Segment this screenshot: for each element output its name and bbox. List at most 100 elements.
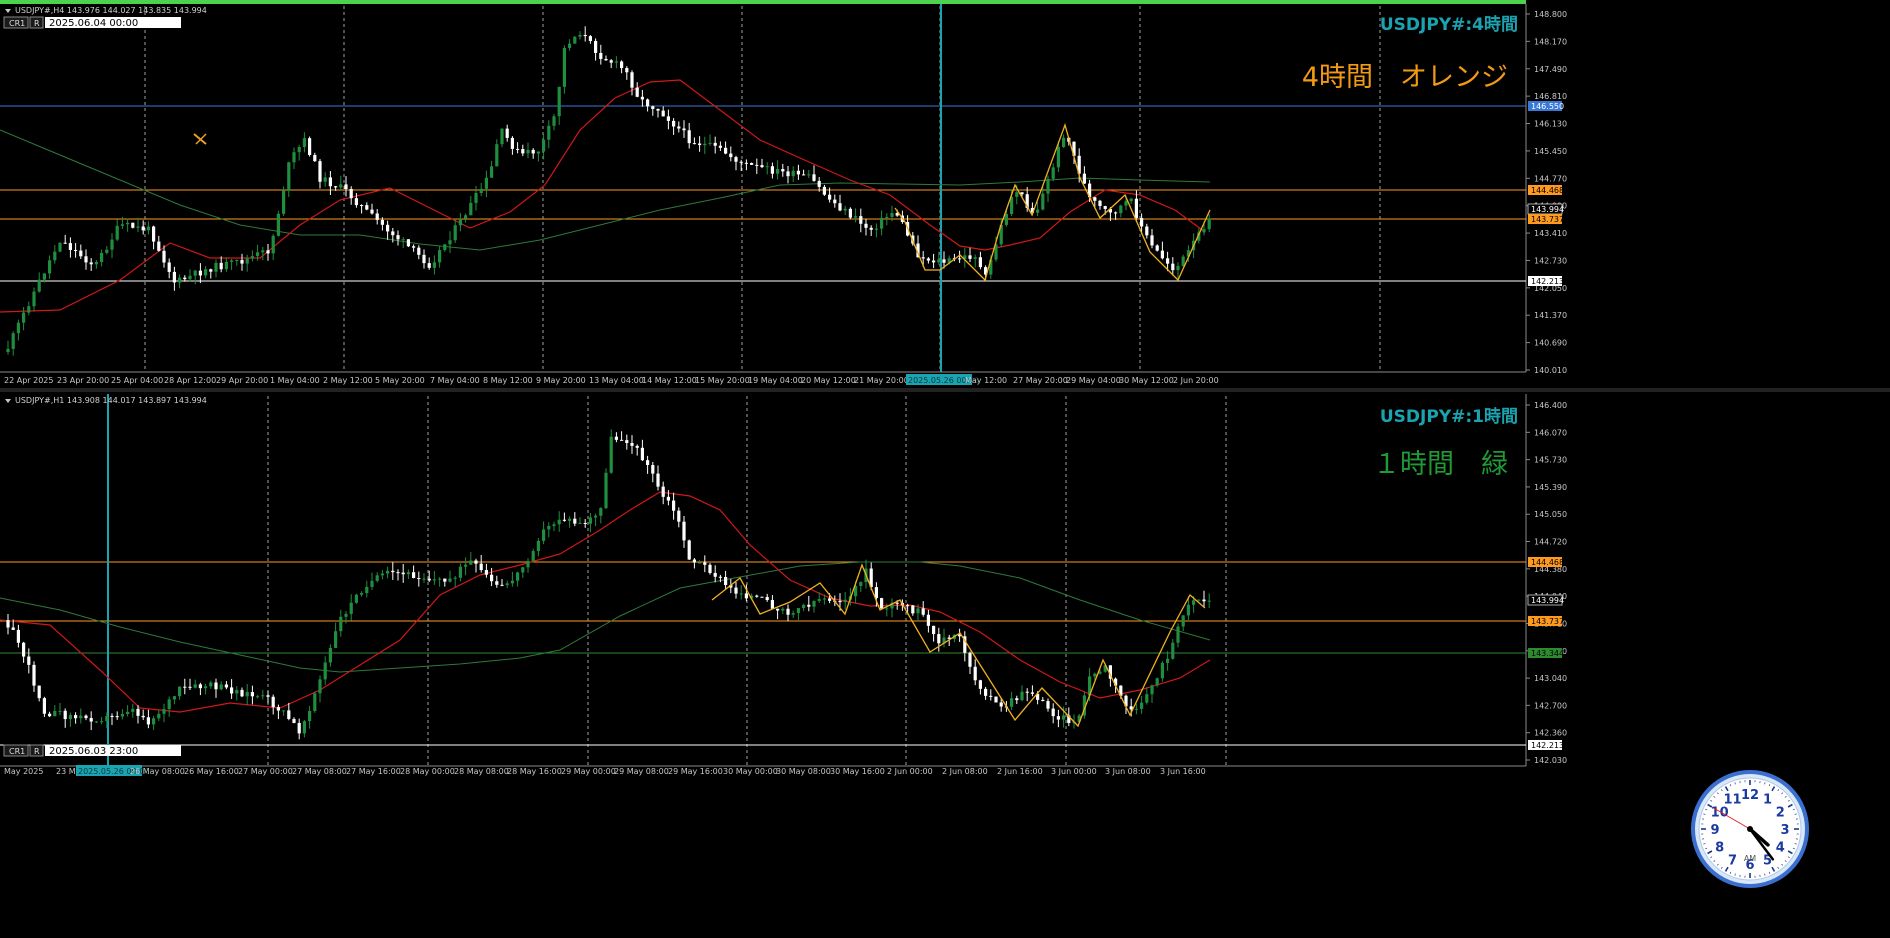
top-candle-body bbox=[344, 184, 347, 189]
top-time-label: 13 May 04:00 bbox=[589, 376, 644, 385]
top-candle-body bbox=[370, 210, 373, 214]
bottom-time-label: 27 May 16:00 bbox=[346, 767, 401, 776]
bottom-candle-body bbox=[1161, 663, 1164, 678]
top-candle-body bbox=[849, 209, 852, 218]
top-subtitle: 4時間 オレンジ bbox=[1302, 62, 1508, 93]
top-candle-body bbox=[407, 239, 410, 246]
bottom-ma-fast bbox=[0, 492, 1210, 712]
top-candle-body bbox=[157, 242, 160, 251]
top-price-tag-text: 143.994 bbox=[1531, 205, 1564, 214]
clock-number: 4 bbox=[1776, 841, 1785, 856]
bottom-candle-body bbox=[188, 687, 191, 688]
bottom-candle-body bbox=[932, 626, 935, 634]
top-time-label: 1 May 04:00 bbox=[270, 376, 320, 385]
top-candle-body bbox=[1135, 199, 1138, 218]
bottom-candle-body bbox=[802, 605, 805, 608]
bottom-price-label: 145.050 bbox=[1534, 510, 1567, 519]
top-candle-body bbox=[136, 226, 139, 227]
top-candle-body bbox=[350, 189, 353, 198]
top-candle-body bbox=[641, 97, 644, 100]
top-candle-body bbox=[797, 171, 800, 175]
top-candle-body bbox=[968, 255, 971, 258]
bottom-candle-body bbox=[1020, 692, 1023, 700]
bottom-candle-body bbox=[386, 571, 389, 574]
top-candle-body bbox=[558, 87, 561, 116]
top-candle-body bbox=[162, 251, 165, 263]
top-candle-body bbox=[474, 193, 477, 203]
top-candle-body bbox=[6, 349, 9, 352]
bottom-time-label: 30 May 00:00 bbox=[723, 767, 778, 776]
bottom-candle-body bbox=[672, 501, 675, 511]
bottom-candle-body bbox=[292, 719, 295, 723]
top-price-label: 147.490 bbox=[1534, 65, 1567, 74]
bottom-candle-body bbox=[246, 692, 249, 696]
top-candle-body bbox=[391, 231, 394, 235]
top-candle-body bbox=[110, 240, 113, 250]
bottom-candle-body bbox=[1156, 678, 1159, 685]
analog-clock-widget: 121234567891011AM bbox=[1690, 769, 1810, 889]
bottom-candle-body bbox=[209, 683, 212, 687]
bottom-candle-body bbox=[630, 443, 633, 446]
top-candle-body bbox=[240, 260, 243, 264]
top-candle-body bbox=[235, 260, 238, 261]
top-price-label: 144.770 bbox=[1534, 174, 1567, 183]
top-price-label: 146.810 bbox=[1534, 92, 1567, 101]
bottom-candle-body bbox=[360, 593, 363, 595]
top-candle-body bbox=[937, 259, 940, 262]
bottom-candle-body bbox=[64, 711, 67, 719]
bottom-candle-body bbox=[781, 609, 784, 611]
clock-number: 11 bbox=[1723, 793, 1741, 808]
bottom-candle-body bbox=[105, 716, 108, 721]
bottom-candle-body bbox=[922, 608, 925, 614]
top-candle-body bbox=[760, 165, 763, 167]
top-candle-body bbox=[454, 225, 457, 240]
bottom-candle-body bbox=[584, 523, 587, 524]
top-candle-body bbox=[927, 258, 930, 260]
bottom-candle-body bbox=[490, 575, 493, 581]
bottom-candle-body bbox=[370, 581, 373, 587]
bottom-date-text: 2025.06.03 23:00 bbox=[49, 746, 138, 757]
bottom-candle-body bbox=[578, 523, 581, 524]
bottom-candle-body bbox=[646, 460, 649, 465]
bottom-candle-body bbox=[1057, 716, 1060, 719]
bottom-time-label: 23 M bbox=[56, 767, 76, 776]
top-price-label: 140.010 bbox=[1534, 366, 1567, 375]
bottom-candle-body bbox=[27, 657, 30, 665]
top-candle-body bbox=[448, 240, 451, 244]
top-candle-body bbox=[859, 216, 862, 224]
bottom-candle-body bbox=[984, 689, 987, 696]
top-candle-body bbox=[646, 99, 649, 106]
top-price-label: 142.730 bbox=[1534, 256, 1567, 265]
drawing-tool-icon bbox=[194, 134, 206, 144]
top-candle-body bbox=[1119, 206, 1122, 214]
bottom-candle-body bbox=[776, 609, 779, 611]
top-candle-body bbox=[1005, 214, 1008, 225]
bottom-candle-body bbox=[287, 710, 290, 719]
top-candle-body bbox=[1041, 194, 1044, 210]
top-candle-body bbox=[620, 61, 623, 68]
bottom-candle-body bbox=[937, 634, 940, 643]
bottom-candle-body bbox=[168, 699, 171, 709]
top-candle-body bbox=[126, 223, 129, 224]
bottom-time-label: 2 Jun 08:00 bbox=[942, 767, 988, 776]
bottom-ma-slow bbox=[0, 562, 1210, 672]
top-candle-body bbox=[667, 116, 670, 121]
bottom-candle-body bbox=[74, 715, 77, 718]
bottom-candle-body bbox=[667, 497, 670, 501]
top-candle-body bbox=[287, 162, 290, 191]
top-price-tag-text: 143.737 bbox=[1531, 215, 1564, 224]
top-candle-body bbox=[173, 272, 176, 283]
top-r-label: R bbox=[34, 19, 40, 28]
bottom-candle-body bbox=[563, 520, 566, 521]
bottom-candle-body bbox=[1166, 659, 1169, 663]
bottom-candle-body bbox=[225, 684, 228, 687]
bottom-candle-body bbox=[350, 603, 353, 614]
top-candle-body bbox=[610, 60, 613, 62]
top-candle-body bbox=[838, 203, 841, 210]
top-candle-body bbox=[79, 251, 82, 257]
bottom-candle-body bbox=[974, 667, 977, 680]
top-price-label: 146.130 bbox=[1534, 120, 1567, 129]
bottom-time-label: 26 May 08:00 bbox=[130, 767, 185, 776]
bottom-candle-body bbox=[1052, 709, 1055, 716]
top-candle-body bbox=[251, 256, 254, 258]
